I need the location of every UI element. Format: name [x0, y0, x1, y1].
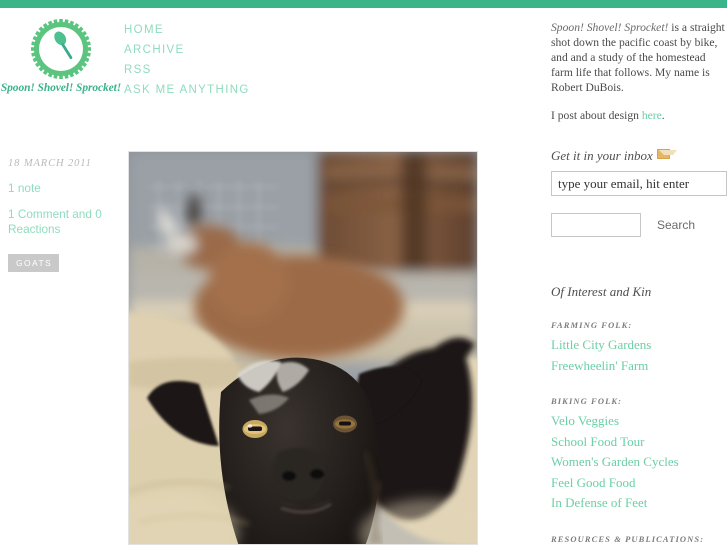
- link-little-city-gardens[interactable]: Little City Gardens: [551, 335, 727, 356]
- envelope-icon: [656, 149, 677, 159]
- brand-title: Spoon! Shovel! Sprocket!: [0, 82, 122, 94]
- top-accent-bar: [0, 0, 727, 8]
- link-velo-veggies[interactable]: Velo Veggies: [551, 411, 727, 432]
- link-feel-good-food[interactable]: Feel Good Food: [551, 473, 727, 494]
- sprocket-spoon-logo-icon[interactable]: [30, 18, 92, 80]
- search-button[interactable]: Search: [657, 218, 695, 232]
- nav-item-home[interactable]: HOME: [124, 22, 384, 39]
- group-label-biking: BIKING FOLK:: [551, 396, 623, 406]
- search-row: Search: [551, 213, 727, 237]
- email-subscribe-input[interactable]: [551, 171, 727, 196]
- design-here-link[interactable]: here: [642, 109, 662, 122]
- link-freewheelin-farm[interactable]: Freewheelin' Farm: [551, 356, 727, 377]
- page-root: Spoon! Shovel! Sprocket! HOME ARCHIVE RS…: [0, 0, 727, 545]
- site-brand[interactable]: Spoon! Shovel! Sprocket!: [0, 18, 122, 94]
- inbox-heading-text: Get it in your inbox: [551, 148, 653, 163]
- link-group-farming: FARMING FOLK: Little City Gardens Freewh…: [551, 320, 727, 376]
- design-text: I post about design: [551, 109, 642, 123]
- link-in-defense-of-feet[interactable]: In Defense of Feet: [551, 493, 727, 514]
- right-sidebar: Get it in your inbox Search Of Interest …: [551, 148, 727, 545]
- search-input[interactable]: [551, 213, 641, 237]
- post-notes-link[interactable]: 1 note: [8, 181, 120, 196]
- group-label-farming: FARMING FOLK:: [551, 320, 633, 330]
- inbox-heading: Get it in your inbox: [551, 148, 727, 164]
- goats-photo-image: [129, 152, 477, 544]
- description-emphasis: Spoon! Shovel! Sprocket!: [551, 21, 669, 34]
- nav-item-archive[interactable]: ARCHIVE: [124, 42, 384, 59]
- post-meta: 18 MARCH 2011 1 note 1 Comment and 0 Rea…: [8, 158, 120, 272]
- design-paragraph: I post about design here.: [551, 108, 727, 123]
- post-comments-link[interactable]: 1 Comment and 0 Reactions: [8, 207, 120, 237]
- nav-item-ask-me-anything[interactable]: ASK ME ANYTHING: [124, 82, 384, 99]
- of-interest-heading: Of Interest and Kin: [551, 284, 652, 299]
- logo-svg: [31, 19, 91, 79]
- description-paragraph: Spoon! Shovel! Sprocket! is a straight s…: [551, 20, 727, 95]
- nav-item-rss[interactable]: RSS: [124, 62, 384, 79]
- design-period: .: [661, 109, 665, 123]
- link-school-food-tour[interactable]: School Food Tour: [551, 432, 727, 453]
- main-nav: HOME ARCHIVE RSS ASK ME ANYTHING: [124, 22, 384, 102]
- link-group-resources: RESOURCES & PUBLICATIONS:: [551, 534, 727, 544]
- post-tag-goats[interactable]: GOATS: [8, 254, 60, 272]
- group-label-resources: RESOURCES & PUBLICATIONS:: [551, 533, 705, 544]
- link-group-biking: BIKING FOLK: Velo Veggies School Food To…: [551, 396, 727, 514]
- site-description: Spoon! Shovel! Sprocket! is a straight s…: [551, 20, 727, 137]
- link-womens-garden-cycles[interactable]: Women's Garden Cycles: [551, 452, 727, 473]
- post-date: 18 MARCH 2011: [8, 158, 92, 169]
- site-header: Spoon! Shovel! Sprocket! HOME ARCHIVE RS…: [0, 8, 727, 128]
- post-photo[interactable]: [128, 151, 478, 545]
